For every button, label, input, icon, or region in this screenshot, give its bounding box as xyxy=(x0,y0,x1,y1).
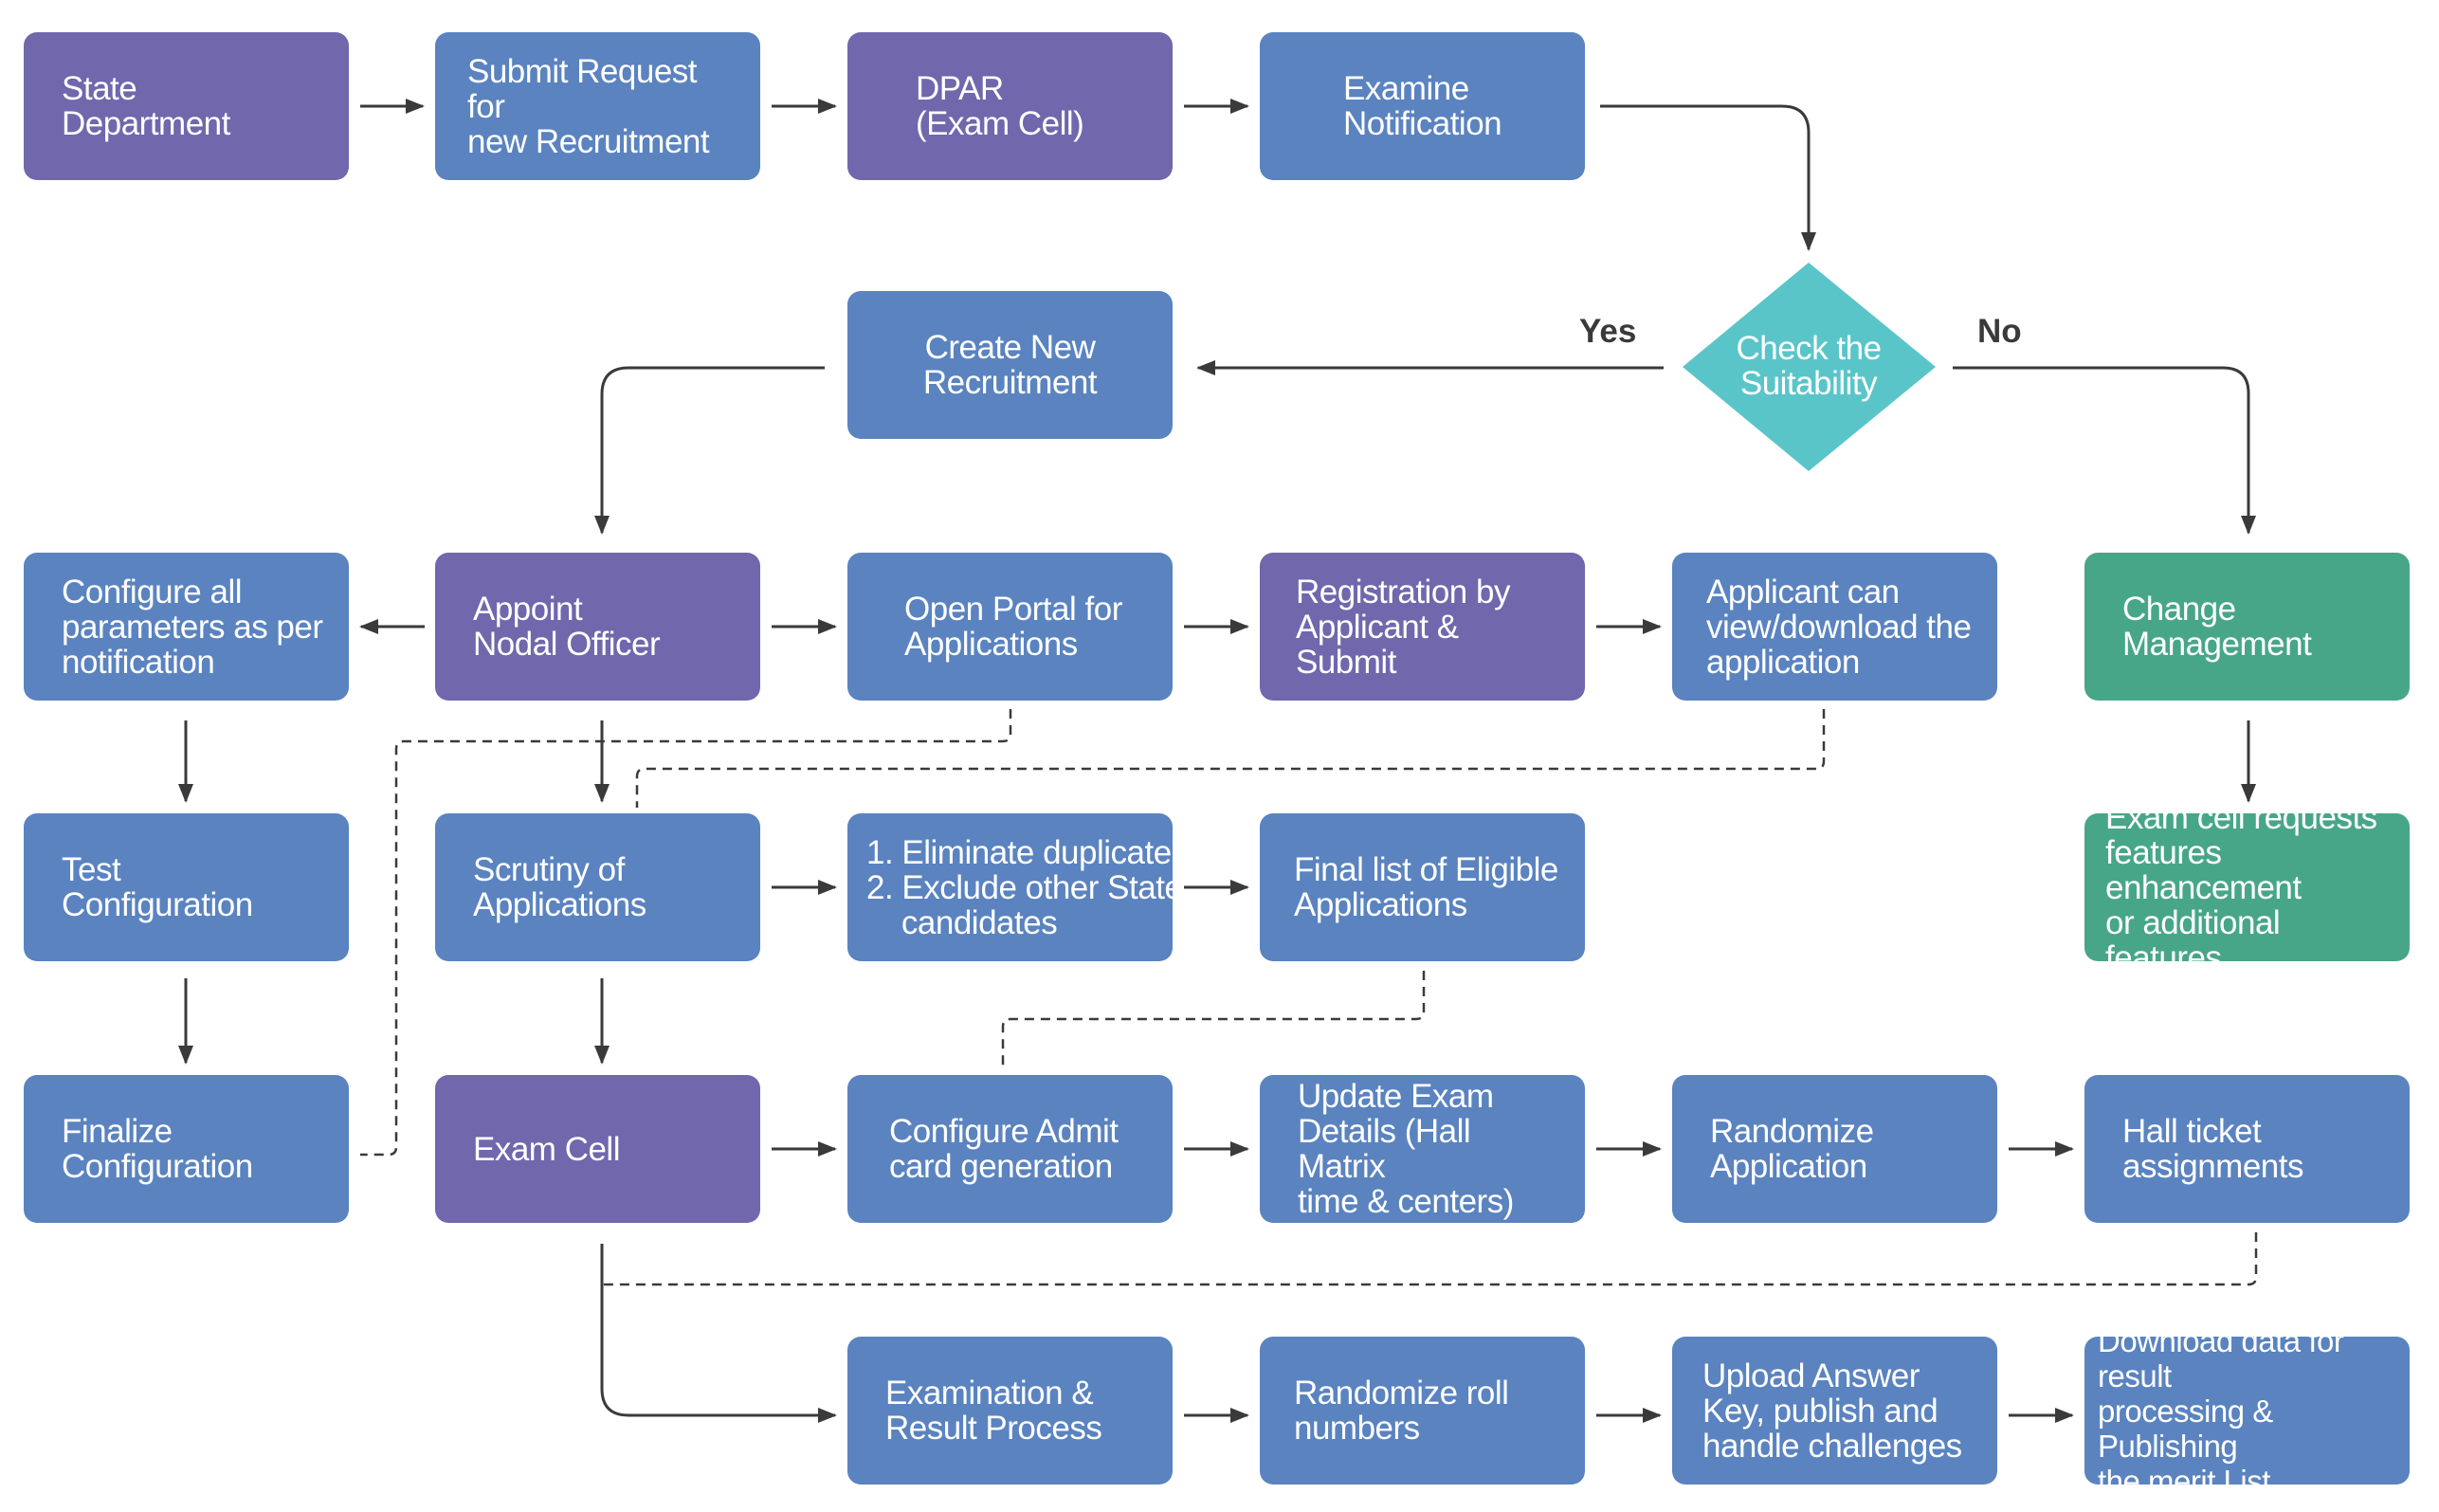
node-examination-result-process[interactable]: Examination & Result Process xyxy=(847,1337,1173,1485)
node-label: Randomize Application xyxy=(1710,1113,1874,1185)
node-label: Submit Request for new Recruitment xyxy=(467,52,710,160)
arrow-no-to-change xyxy=(1953,366,2256,535)
edge-label-no: No xyxy=(1977,313,2022,350)
node-randomize-roll-numbers[interactable]: Randomize roll numbers xyxy=(1260,1337,1585,1485)
node-label: Configure all parameters as per notifica… xyxy=(62,573,323,681)
node-label: Exam Cell xyxy=(473,1130,620,1168)
node-label: Finalize Configuration xyxy=(62,1113,253,1185)
node-scrutiny-of-applications[interactable]: Scrutiny of Applications xyxy=(435,813,760,961)
node-configure-admit-card[interactable]: Configure Admit card generation xyxy=(847,1075,1173,1223)
node-create-new-recruitment[interactable]: Create New Recruitment xyxy=(847,291,1173,439)
node-submit-request[interactable]: Submit Request for new Recruitment xyxy=(435,32,760,180)
node-label: DPAR (Exam Cell) xyxy=(916,70,1084,142)
node-randomize-application[interactable]: Randomize Application xyxy=(1672,1075,1997,1223)
node-applicant-view-download[interactable]: Applicant can view/download the applicat… xyxy=(1672,553,1997,701)
node-update-exam-details[interactable]: Update Exam Details (Hall Matrix time & … xyxy=(1260,1075,1585,1223)
node-label: Final list of Eligible Applications xyxy=(1294,851,1558,923)
node-examine-notification[interactable]: Examine Notification xyxy=(1260,32,1585,180)
node-test-configuration[interactable]: Test Configuration xyxy=(24,813,349,961)
node-label: Scrutiny of Applications xyxy=(473,851,646,923)
node-label: Appoint Nodal Officer xyxy=(473,591,661,663)
node-configure-parameters[interactable]: Configure all parameters as per notifica… xyxy=(24,553,349,701)
edge-label-yes: Yes xyxy=(1579,313,1637,350)
node-final-eligible-list[interactable]: Final list of Eligible Applications xyxy=(1260,813,1585,961)
node-label: Upload Answer Key, publish and handle ch… xyxy=(1702,1357,1962,1465)
arrow-create-to-appoint xyxy=(594,366,825,535)
node-feature-requests[interactable]: Exam cell requests features enhancement … xyxy=(2084,800,2410,975)
node-label: Open Portal for Applications xyxy=(904,591,1122,663)
node-label: Exam cell requests features enhancement … xyxy=(2105,798,2377,976)
connectors-layer xyxy=(178,99,2258,1423)
flowchart-canvas: State Department Submit Request for new … xyxy=(0,0,2439,1512)
node-label: Update Exam Details (Hall Matrix time & … xyxy=(1298,1078,1514,1220)
node-label: Download data for result processing & Pu… xyxy=(2098,1322,2344,1499)
node-label: Randomize roll numbers xyxy=(1294,1375,1509,1447)
arrow-examcell-to-result xyxy=(600,1244,837,1423)
node-download-merit-list[interactable]: Download data for result processing & Pu… xyxy=(2084,1323,2410,1499)
node-change-management[interactable]: Change Management xyxy=(2084,553,2410,701)
node-exam-cell[interactable]: Exam Cell xyxy=(435,1075,760,1223)
node-eliminate-duplicate[interactable]: 1. Eliminate duplicate 2. Exclude other … xyxy=(847,813,1183,961)
dashed-final-to-admit xyxy=(1001,971,1426,1069)
node-label: Configure Admit card generation xyxy=(889,1113,1119,1185)
node-label: Hall ticket assignments xyxy=(2122,1113,2303,1185)
arrow-examine-to-check xyxy=(1600,104,1816,251)
node-label: 1. Eliminate duplicate 2. Exclude other … xyxy=(866,833,1183,941)
node-finalize-configuration[interactable]: Finalize Configuration xyxy=(24,1075,349,1223)
node-upload-answer-key[interactable]: Upload Answer Key, publish and handle ch… xyxy=(1672,1337,1997,1485)
node-label: Examination & Result Process xyxy=(885,1375,1102,1447)
node-label: Create New Recruitment xyxy=(922,329,1098,401)
node-state-department[interactable]: State Department xyxy=(24,32,349,180)
node-label: Applicant can view/download the applicat… xyxy=(1706,573,1972,681)
node-label: Examine Notification xyxy=(1343,70,1502,142)
node-label: State Department xyxy=(62,70,230,142)
node-label: Registration by Applicant & Submit xyxy=(1296,573,1510,681)
node-hall-ticket-assignments[interactable]: Hall ticket assignments xyxy=(2084,1075,2410,1223)
node-registration[interactable]: Registration by Applicant & Submit xyxy=(1260,553,1585,701)
dashed-applicant-to-scrutiny xyxy=(635,709,1826,808)
node-label: Test Configuration xyxy=(62,851,253,923)
decision-check-suitability[interactable]: Check the Suitability xyxy=(1685,331,1932,401)
node-dpar-exam-cell[interactable]: DPAR (Exam Cell) xyxy=(847,32,1173,180)
node-open-portal[interactable]: Open Portal for Applications xyxy=(847,553,1173,701)
node-label: Change Management xyxy=(2122,591,2312,663)
node-appoint-nodal-officer[interactable]: Appoint Nodal Officer xyxy=(435,553,760,701)
dashed-hallticket-to-examcell xyxy=(602,1232,2258,1286)
